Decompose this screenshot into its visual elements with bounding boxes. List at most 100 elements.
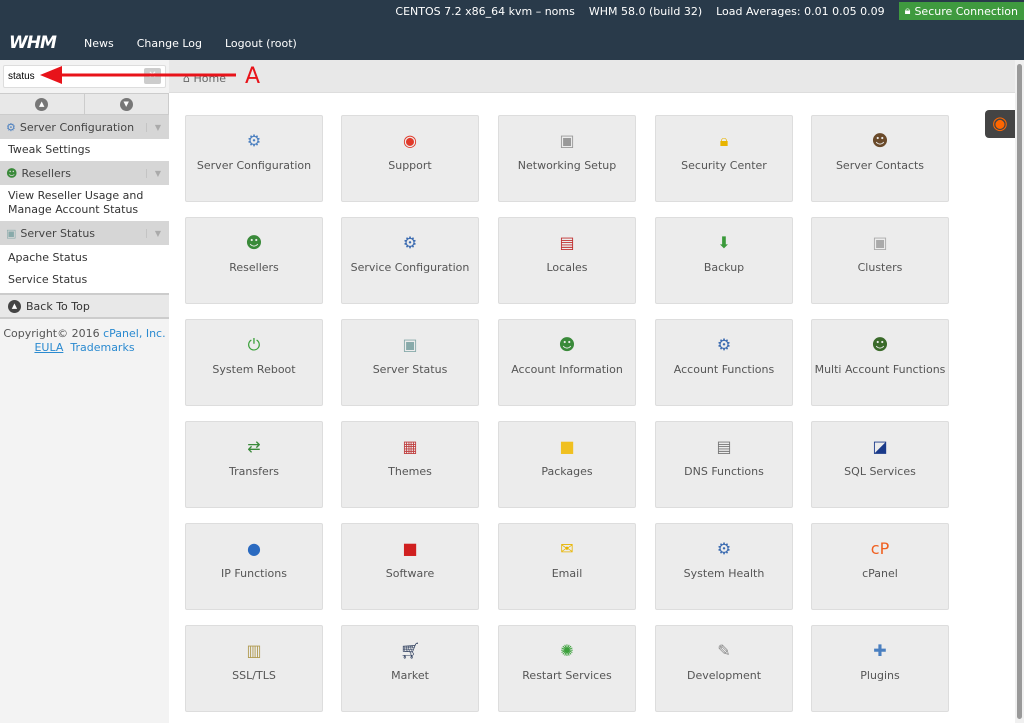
cpanel-link[interactable]: cPanel, Inc. <box>103 327 165 340</box>
software-icon: ■ <box>402 539 418 558</box>
lock-icon: 🔒︎ <box>719 131 729 150</box>
scrollbar[interactable] <box>1015 60 1024 723</box>
plugins-icon: ✚ <box>873 641 887 660</box>
copyright: Copyright© 2016 cPanel, Inc. EULA Tradem… <box>0 319 169 363</box>
network-icon: ▣ <box>559 131 575 150</box>
tile-support[interactable]: ◉ Support <box>341 115 479 202</box>
menu-item-reseller-usage[interactable]: View Reseller Usage and Manage Account S… <box>0 185 169 221</box>
tile-label: Email <box>551 567 583 580</box>
category-server-status[interactable]: ▣ Server Status ▼ <box>0 221 169 245</box>
tile-label: Security Center <box>681 159 767 172</box>
account-functions-icon: ⚙ <box>716 335 732 354</box>
nav-change-log[interactable]: Change Log <box>137 37 202 50</box>
system-info: CENTOS 7.2 x86_64 kvm – noms <box>395 4 575 18</box>
tile-label: Clusters <box>857 261 903 274</box>
tile-software[interactable]: ■ Software <box>341 523 479 610</box>
clusters-icon: ▣ <box>872 233 888 252</box>
sidebar: ✕ ▲ ▼ ⚙Server Configuration ▼ Tweak Setti… <box>0 60 169 723</box>
multi-account-icon: ☻ <box>871 335 889 354</box>
collapse-all-button[interactable]: ▲ <box>0 94 85 114</box>
whm-logo[interactable]: WHM <box>9 33 57 53</box>
breadcrumb-home[interactable]: Home <box>193 72 225 85</box>
power-icon: ⏻ <box>247 335 261 354</box>
tile-resellers[interactable]: ☻ Resellers <box>185 217 323 304</box>
secure-label: Secure Connection <box>914 4 1018 18</box>
tile-cpanel[interactable]: cP cPanel <box>811 523 949 610</box>
tile-transfers[interactable]: ⇄ Transfers <box>185 421 323 508</box>
tile-restart-services[interactable]: ✺ Restart Services <box>498 625 636 712</box>
tile-label: cPanel <box>862 567 898 580</box>
eula-link[interactable]: EULA <box>34 341 63 354</box>
menu-item-tweak-settings[interactable]: Tweak Settings <box>0 139 169 161</box>
tile-system-health[interactable]: ⚙ System Health <box>655 523 793 610</box>
nav-news[interactable]: News <box>84 37 114 50</box>
tile-email[interactable]: ✉ Email <box>498 523 636 610</box>
trademarks-link[interactable]: Trademarks <box>70 341 134 354</box>
tile-account-information[interactable]: ☻ Account Information <box>498 319 636 406</box>
tile-backup[interactable]: ⬇ Backup <box>655 217 793 304</box>
tile-label: Server Contacts <box>835 159 925 172</box>
chevron-down-icon[interactable]: ▼ <box>145 228 161 238</box>
tile-label: Server Status <box>372 363 448 376</box>
server-status-icon: ▣ <box>6 226 17 240</box>
expand-all-button[interactable]: ▼ <box>85 94 169 114</box>
back-to-top-label: Back To Top <box>26 299 90 313</box>
restart-icon: ✺ <box>560 641 574 660</box>
tile-plugins[interactable]: ✚ Plugins <box>811 625 949 712</box>
tile-label: Locales <box>546 261 588 274</box>
chevron-down-icon[interactable]: ▼ <box>145 122 161 132</box>
clear-search-icon[interactable]: ✕ <box>144 68 161 84</box>
tile-label: System Reboot <box>212 363 296 376</box>
server-status-icon: ▣ <box>402 335 418 354</box>
breadcrumb: ⌂ Home <box>169 60 1015 93</box>
arrow-up-icon: ▲ <box>35 97 49 111</box>
tile-server-contacts[interactable]: ☻ Server Contacts <box>811 115 949 202</box>
development-icon: ✎ <box>717 641 731 660</box>
sql-icon: ◪ <box>872 437 888 456</box>
category-resellers[interactable]: ☻ Resellers ▼ <box>0 161 169 185</box>
tile-label: SSL/TLS <box>232 669 276 682</box>
tile-label: Service Configuration <box>350 261 470 274</box>
search-input[interactable] <box>3 65 166 88</box>
tile-market[interactable]: 🛒︎ Market <box>341 625 479 712</box>
tile-label: Resellers <box>229 261 279 274</box>
system-health-icon: ⚙ <box>716 539 732 558</box>
tile-server-status[interactable]: ▣ Server Status <box>341 319 479 406</box>
tile-account-functions[interactable]: ⚙ Account Functions <box>655 319 793 406</box>
tile-security-center[interactable]: 🔒︎ Security Center <box>655 115 793 202</box>
transfers-icon: ⇄ <box>247 437 261 456</box>
tile-development[interactable]: ✎ Development <box>655 625 793 712</box>
menu-item-service-status[interactable]: Service Status <box>0 269 169 293</box>
tile-locales[interactable]: ▤ Locales <box>498 217 636 304</box>
package-icon: ■ <box>559 437 575 456</box>
tile-sql-services[interactable]: ◪ SQL Services <box>811 421 949 508</box>
tile-multi-account-functions[interactable]: ☻ Multi Account Functions <box>811 319 949 406</box>
tile-label: Packages <box>541 465 593 478</box>
category-label: Server Configuration <box>19 120 135 134</box>
back-to-top-button[interactable]: ▲ Back To Top <box>0 293 169 319</box>
nav-logout[interactable]: Logout (root) <box>225 37 297 50</box>
tile-themes[interactable]: ▦ Themes <box>341 421 479 508</box>
tile-packages[interactable]: ■ Packages <box>498 421 636 508</box>
menu-item-apache-status[interactable]: Apache Status <box>0 245 169 269</box>
tile-ip-functions[interactable]: ● IP Functions <box>185 523 323 610</box>
help-lifebuoy-icon[interactable]: ◉ <box>985 110 1015 138</box>
category-server-configuration[interactable]: ⚙ Server Configuration ▼ <box>0 115 169 139</box>
globe-icon: ● <box>247 539 261 558</box>
email-icon: ✉ <box>560 539 574 558</box>
tile-ssl-tls[interactable]: ▥ SSL/TLS <box>185 625 323 712</box>
tile-system-reboot[interactable]: ⏻ System Reboot <box>185 319 323 406</box>
tile-server-configuration[interactable]: ⚙ Server Configuration <box>185 115 323 202</box>
tile-clusters[interactable]: ▣ Clusters <box>811 217 949 304</box>
tile-label: Multi Account Functions <box>814 363 946 376</box>
tile-dns-functions[interactable]: ▤ DNS Functions <box>655 421 793 508</box>
tile-service-configuration[interactable]: ⚙ Service Configuration <box>341 217 479 304</box>
arrow-up-icon: ▲ <box>8 299 21 313</box>
resellers-icon: ☻ <box>6 166 18 180</box>
home-icon: ⌂ <box>183 72 190 85</box>
cpanel-icon: cP <box>870 539 890 558</box>
tile-networking-setup[interactable]: ▣ Networking Setup <box>498 115 636 202</box>
dns-icon: ▤ <box>716 437 732 456</box>
scrollbar-thumb[interactable] <box>1017 64 1022 719</box>
chevron-down-icon[interactable]: ▼ <box>145 168 161 178</box>
